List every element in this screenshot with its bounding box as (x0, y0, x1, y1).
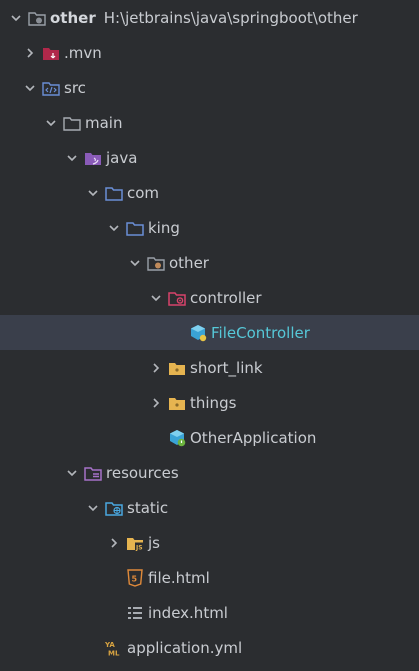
html5-file-icon: 5 (126, 568, 144, 587)
java-source-root-icon (84, 149, 102, 167)
tree-item-label: src (64, 78, 86, 97)
tree-item-label: java (106, 148, 138, 167)
tree-item-label: .mvn (64, 43, 102, 62)
package-folder-icon (147, 254, 165, 272)
chevron-right-icon[interactable] (148, 360, 164, 376)
tree-item-label: application.yml (127, 638, 243, 657)
tree-item-label: static (127, 498, 169, 517)
package-folder-icon (126, 219, 144, 237)
svg-text:ML: ML (108, 649, 120, 657)
tree-item-index-html[interactable]: index.html (0, 595, 419, 630)
folder-icon (168, 394, 186, 412)
tree-item-label: OtherApplication (190, 428, 317, 447)
tree-item-js[interactable]: JS js (0, 525, 419, 560)
chevron-down-icon[interactable] (43, 115, 59, 131)
yaml-file-icon: YA ML (105, 639, 123, 657)
chevron-down-icon[interactable] (148, 290, 164, 306)
tree-item-com[interactable]: com (0, 175, 419, 210)
chevron-down-icon[interactable] (85, 500, 101, 516)
chevron-right-icon[interactable] (106, 535, 122, 551)
tree-item-java[interactable]: java (0, 140, 419, 175)
chevron-right-icon[interactable] (148, 395, 164, 411)
chevron-down-icon[interactable] (106, 220, 122, 236)
controller-folder-icon (168, 289, 186, 307)
source-folder-icon (42, 79, 60, 97)
tree-item-label: js (148, 533, 160, 552)
chevron-down-icon[interactable] (85, 185, 101, 201)
chevron-down-icon[interactable] (64, 465, 80, 481)
project-path: H:\jetbrains\java\springboot\other (103, 8, 358, 27)
tree-item-src[interactable]: src (0, 70, 419, 105)
tree-item-king[interactable]: king (0, 210, 419, 245)
tree-item-main[interactable]: main (0, 105, 419, 140)
tree-item-project-root[interactable]: other H:\jetbrains\java\springboot\other (0, 0, 419, 35)
chevron-down-icon[interactable] (64, 150, 80, 166)
tree-item-label: resources (106, 463, 179, 482)
resources-folder-icon (84, 464, 102, 482)
java-class-icon (189, 324, 207, 342)
tree-item-label: file.html (148, 568, 210, 587)
tree-item-label: short_link (190, 358, 263, 377)
tree-item-file-controller[interactable]: FileController (0, 315, 419, 350)
folder-icon (168, 359, 186, 377)
tree-item-label: things (190, 393, 237, 412)
js-folder-icon: JS (126, 534, 144, 552)
tree-item-label: com (127, 183, 160, 202)
maven-folder-icon (42, 44, 60, 62)
tree-item-static[interactable]: static (0, 490, 419, 525)
tree-item-controller[interactable]: controller (0, 280, 419, 315)
tree-item-application-yml[interactable]: YA ML application.yml (0, 630, 419, 665)
tree-item-resources[interactable]: resources (0, 455, 419, 490)
web-folder-icon (105, 499, 123, 517)
tree-item-short-link[interactable]: short_link (0, 350, 419, 385)
project-tree: other H:\jetbrains\java\springboot\other… (0, 0, 419, 671)
tree-item-label: index.html (148, 603, 228, 622)
tree-item-label: main (85, 113, 123, 132)
tree-item-label: controller (190, 288, 262, 307)
module-folder-icon (28, 9, 46, 27)
svg-text:JS: JS (135, 544, 143, 551)
project-name: other (50, 8, 96, 27)
folder-icon (63, 114, 81, 132)
text-file-icon (126, 604, 144, 622)
chevron-down-icon[interactable] (8, 10, 24, 26)
svg-text:5: 5 (132, 574, 138, 583)
chevron-down-icon[interactable] (127, 255, 143, 271)
svg-text:YA: YA (105, 641, 115, 649)
chevron-right-icon[interactable] (22, 45, 38, 61)
package-folder-icon (105, 184, 123, 202)
tree-item-file-html[interactable]: 5 file.html (0, 560, 419, 595)
tree-item-label: king (148, 218, 180, 237)
spring-boot-class-icon (168, 429, 186, 447)
tree-item-things[interactable]: things (0, 385, 419, 420)
tree-item-mvn[interactable]: .mvn (0, 35, 419, 70)
tree-item-other-application[interactable]: OtherApplication (0, 420, 419, 455)
tree-item-other-package[interactable]: other (0, 245, 419, 280)
tree-item-label: other (169, 253, 209, 272)
tree-item-label: FileController (211, 323, 310, 342)
chevron-down-icon[interactable] (22, 80, 38, 96)
